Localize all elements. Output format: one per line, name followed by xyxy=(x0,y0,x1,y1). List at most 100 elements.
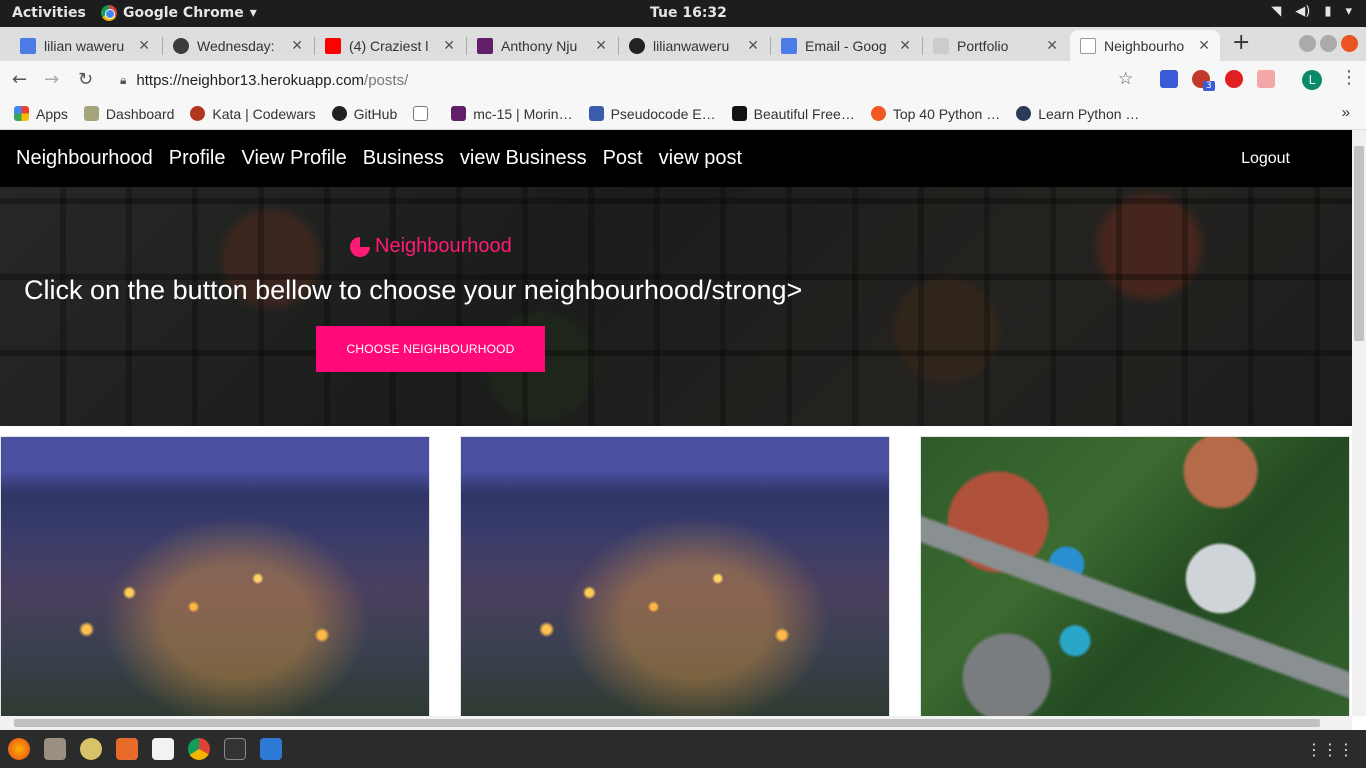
bookmark-learn-python[interactable]: Learn Python … xyxy=(1016,106,1139,122)
hero-headline: Click on the button bellow to choose you… xyxy=(24,275,803,305)
reload-button[interactable]: ↻ xyxy=(78,69,93,90)
apps-grid-icon xyxy=(14,106,29,121)
bookmark-page[interactable] xyxy=(413,106,435,121)
close-icon[interactable]: ✕ xyxy=(443,37,455,54)
bookmark-codewars[interactable]: Kata | Codewars xyxy=(190,106,316,122)
volume-icon: ◀) xyxy=(1295,4,1311,19)
tab[interactable]: Anthony Nju ✕ xyxy=(467,30,617,61)
text-editor-icon[interactable] xyxy=(152,738,174,760)
page-icon xyxy=(933,37,949,54)
codewars-icon xyxy=(190,106,206,121)
scrollbar-thumb[interactable] xyxy=(1354,146,1364,341)
scrollbar-thumb[interactable] xyxy=(14,719,1320,727)
software-center-icon[interactable] xyxy=(116,738,138,760)
clock[interactable]: Tue 16:32 xyxy=(650,5,727,21)
tab[interactable]: lilian waweru ✕ xyxy=(10,30,160,61)
minimize-button[interactable] xyxy=(1299,35,1316,52)
tab[interactable]: (4) Craziest l ✕ xyxy=(315,30,465,61)
nav-business[interactable]: Business xyxy=(363,147,444,170)
activities-button[interactable]: Activities xyxy=(12,5,86,21)
browser-toolbar: ← → ↻ 🔒︎ https://neighbor13.herokuapp.co… xyxy=(0,61,1366,98)
post-card[interactable] xyxy=(0,436,430,716)
close-icon[interactable]: ✕ xyxy=(899,37,911,54)
bookmark-label: Top 40 Python … xyxy=(892,105,1001,122)
menu-icon[interactable]: ⋮ xyxy=(1340,67,1358,88)
more-bookmarks-icon[interactable]: » xyxy=(1342,104,1350,121)
maximize-button[interactable] xyxy=(1320,35,1337,52)
github-icon xyxy=(331,106,347,121)
system-tray[interactable]: ◥ ◀) ▮ ▾ xyxy=(1271,4,1352,19)
chrome-icon[interactable] xyxy=(188,738,210,760)
bird-icon xyxy=(588,106,604,121)
bookmark-label: Pseudocode E… xyxy=(610,105,716,122)
nav-neighbourhood[interactable]: Neighbourhood xyxy=(16,147,153,170)
tab[interactable]: Email - Goog ✕ xyxy=(771,30,921,61)
bookmark-pseudocode[interactable]: Pseudocode E… xyxy=(588,105,716,122)
bookmark-label: Apps xyxy=(36,105,68,122)
nav-view-business[interactable]: view Business xyxy=(460,147,587,170)
disk-icon[interactable] xyxy=(80,738,102,760)
firefox-icon[interactable] xyxy=(8,738,30,760)
close-window-button[interactable] xyxy=(1341,35,1358,52)
docs-icon xyxy=(781,37,797,54)
nav-view-profile[interactable]: View Profile xyxy=(241,147,346,170)
new-tab-button[interactable]: + xyxy=(1232,30,1250,55)
bookmark-beautiful-free[interactable]: Beautiful Free… xyxy=(731,106,855,122)
app-menu[interactable]: Google Chrome ▾ xyxy=(101,5,257,21)
vscode-icon[interactable] xyxy=(260,738,282,760)
bookmark-top40-python[interactable]: Top 40 Python … xyxy=(870,105,1001,122)
post-image[interactable] xyxy=(921,437,1349,716)
url-host: https://neighbor13.herokuapp.com xyxy=(136,71,365,89)
files-icon[interactable] xyxy=(44,738,66,760)
close-icon[interactable]: ✕ xyxy=(291,37,303,54)
adblock-icon[interactable] xyxy=(1225,70,1243,88)
post-cards xyxy=(0,426,1352,716)
slack-icon xyxy=(451,106,467,121)
tab-title: (4) Craziest l xyxy=(349,37,429,54)
bookmark-github[interactable]: GitHub xyxy=(331,106,397,122)
close-icon[interactable]: ✕ xyxy=(1046,37,1058,54)
nav-view-post[interactable]: view post xyxy=(659,147,742,170)
forward-button[interactable]: → xyxy=(44,69,59,90)
back-button[interactable]: ← xyxy=(12,69,27,90)
tab[interactable]: lilianwaweru ✕ xyxy=(619,30,769,61)
close-icon[interactable]: ✕ xyxy=(595,37,607,54)
show-apps-icon[interactable]: ⋮⋮⋮ xyxy=(1306,740,1354,759)
cast-icon[interactable] xyxy=(1257,70,1275,88)
page-icon xyxy=(1080,37,1096,54)
post-image[interactable] xyxy=(1,437,429,716)
nav-post[interactable]: Post xyxy=(603,147,643,170)
tab[interactable]: Portfolio ✕ xyxy=(923,30,1068,61)
tab[interactable]: Wednesday: ✕ xyxy=(163,30,313,61)
post-image[interactable] xyxy=(461,437,889,716)
address-bar[interactable]: 🔒︎ https://neighbor13.herokuapp.com/post… xyxy=(110,65,1150,95)
vertical-scrollbar[interactable] xyxy=(1352,130,1366,716)
close-icon[interactable]: ✕ xyxy=(1198,37,1210,54)
page-icon xyxy=(173,37,189,54)
nav-profile[interactable]: Profile xyxy=(169,147,226,170)
extension-badge: 3 xyxy=(1203,81,1215,91)
bookmark-dashboard[interactable]: Dashboard xyxy=(83,105,175,122)
bookmark-slack[interactable]: mc-15 | Morin… xyxy=(451,106,573,122)
close-icon[interactable]: ✕ xyxy=(747,37,759,54)
logout-link[interactable]: Logout xyxy=(1241,150,1290,168)
lock-icon[interactable]: 🔒︎ xyxy=(120,73,126,88)
tab-title: lilianwaweru xyxy=(653,37,730,54)
terminal-icon[interactable] xyxy=(224,738,246,760)
close-icon[interactable]: ✕ xyxy=(138,37,150,54)
window-controls xyxy=(1299,35,1358,52)
bookmark-star-icon[interactable]: ☆ xyxy=(1118,69,1133,89)
post-card[interactable] xyxy=(460,436,890,716)
docs-icon xyxy=(20,37,36,54)
bookmark-label: Dashboard xyxy=(105,105,175,122)
chevron-down-icon: ▾ xyxy=(1345,4,1352,19)
puzzle-extension-icon[interactable] xyxy=(1160,70,1178,88)
tab-title: Wednesday: xyxy=(197,37,275,54)
python-icon xyxy=(1016,106,1032,121)
bookmark-apps[interactable]: Apps xyxy=(14,106,68,122)
tab-active[interactable]: Neighbourho ✕ xyxy=(1070,30,1220,61)
choose-neighbourhood-button[interactable]: CHOOSE NEIGHBOURHOOD xyxy=(316,326,545,372)
post-card[interactable] xyxy=(920,436,1350,716)
horizontal-scrollbar[interactable] xyxy=(0,716,1352,730)
profile-avatar[interactable]: L xyxy=(1302,70,1322,90)
